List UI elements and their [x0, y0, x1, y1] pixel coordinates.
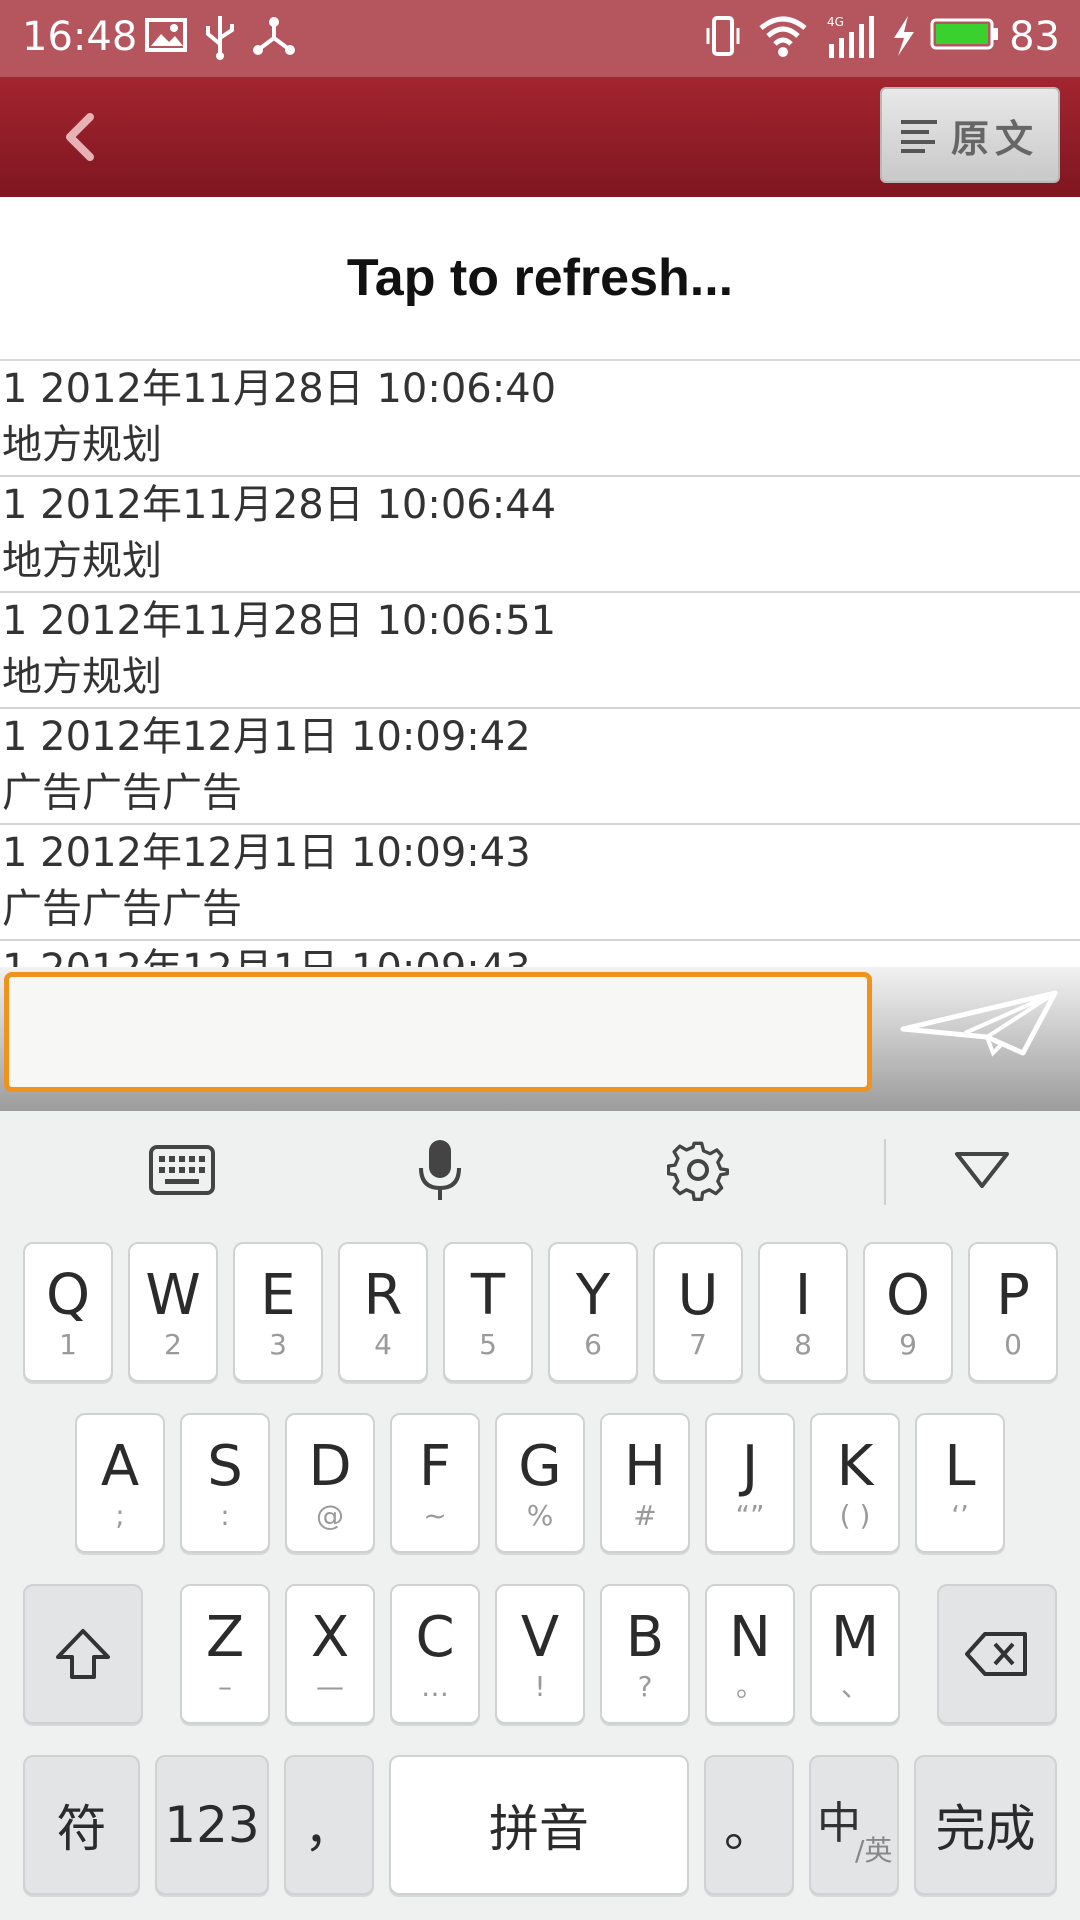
key-p[interactable]: P0 — [968, 1242, 1058, 1382]
svg-text:4G: 4G — [827, 15, 844, 29]
key-i[interactable]: I8 — [758, 1242, 848, 1382]
refresh-prompt[interactable]: Tap to refresh... — [0, 197, 1080, 361]
shift-arrow-icon — [56, 1629, 110, 1679]
key-r[interactable]: R4 — [338, 1242, 428, 1382]
language-switch-key[interactable]: 中 /英 — [809, 1755, 899, 1895]
numbers-key[interactable]: 123 — [155, 1755, 269, 1895]
status-bar: 16:48 4G 83 — [0, 0, 1080, 77]
key-k[interactable]: K( ) — [810, 1413, 900, 1553]
keyboard-switch-button[interactable] — [142, 1139, 222, 1201]
message-meta: 1 2012年11月28日 10:06:51 — [2, 598, 557, 644]
key-c[interactable]: C… — [390, 1584, 480, 1724]
image-notification-icon — [145, 14, 187, 60]
usb-icon — [200, 14, 240, 64]
status-time: 16:48 — [22, 14, 138, 60]
list-item[interactable]: 1 2012年12月1日 10:09:43 广告广告广告 — [0, 825, 1080, 941]
key-d[interactable]: D @ — [285, 1413, 375, 1553]
paper-plane-icon — [900, 990, 1058, 1057]
list-item[interactable]: 1 2012年12月1日 10:09:43 — [0, 941, 1080, 967]
microphone-icon — [419, 1140, 461, 1200]
triangle-down-icon — [955, 1152, 1009, 1188]
voice-input-button[interactable] — [400, 1139, 480, 1201]
list-item[interactable]: 1 2012年12月1日 10:09:42 广告广告广告 — [0, 709, 1080, 825]
message-text: 地方规划 — [2, 422, 162, 468]
send-button[interactable] — [895, 987, 1070, 1077]
share-icon — [252, 14, 296, 62]
shift-key[interactable] — [23, 1584, 143, 1724]
key-b[interactable]: B? — [600, 1584, 690, 1724]
key-x[interactable]: X — — [285, 1584, 375, 1724]
keyboard-settings-button[interactable] — [658, 1139, 738, 1201]
message-meta: 1 2012年11月28日 10:06:44 — [2, 482, 557, 528]
key-q[interactable]: Q1 — [23, 1242, 113, 1382]
key-e[interactable]: E3 — [233, 1242, 323, 1382]
space-key[interactable]: 拼音 — [389, 1755, 689, 1895]
key-g[interactable]: G% — [495, 1413, 585, 1553]
message-meta: 1 2012年11月28日 10:06:40 — [2, 366, 557, 412]
list-item[interactable]: 1 2012年11月28日 10:06:44 地方规划 — [0, 477, 1080, 593]
key-a[interactable]: A; — [75, 1413, 165, 1553]
battery-icon — [930, 14, 1000, 58]
key-s[interactable]: S: — [180, 1413, 270, 1553]
battery-level: 83 — [1009, 14, 1060, 60]
message-meta: 1 2012年12月1日 10:09:43 — [2, 941, 1080, 967]
message-text: 地方规划 — [2, 654, 162, 700]
key-j[interactable]: J “” — [705, 1413, 795, 1553]
chevron-left-icon — [66, 113, 94, 161]
key-h[interactable]: H # — [600, 1413, 690, 1553]
backspace-key[interactable] — [937, 1584, 1057, 1724]
key-f[interactable]: F ~ — [390, 1413, 480, 1553]
key-t[interactable]: T5 — [443, 1242, 533, 1382]
key-u[interactable]: U7 — [653, 1242, 743, 1382]
key-y[interactable]: Y6 — [548, 1242, 638, 1382]
gear-icon — [667, 1141, 729, 1201]
keyboard-toolbar — [0, 1111, 1080, 1226]
message-text: 地方规划 — [2, 538, 162, 584]
toolbar-divider — [884, 1139, 886, 1205]
comma-key[interactable]: ， — [284, 1755, 374, 1895]
key-v[interactable]: V! — [495, 1584, 585, 1724]
menu-lines-icon — [900, 120, 937, 153]
toolbar: 原文 — [0, 77, 1080, 197]
original-text-label: 原文 — [950, 116, 1039, 161]
lang-sub-label: /英 — [855, 1834, 893, 1867]
message-meta: 1 2012年12月1日 10:09:43 — [2, 830, 531, 876]
list-item[interactable]: 1 2012年11月28日 10:06:40 地方规划 — [0, 361, 1080, 477]
message-list[interactable]: 1 2012年11月28日 10:06:40 地方规划 1 2012年11月28… — [0, 361, 1080, 967]
original-text-button[interactable]: 原文 — [880, 87, 1060, 183]
list-item[interactable]: 1 2012年11月28日 10:06:51 地方规划 — [0, 593, 1080, 709]
charging-icon — [890, 14, 918, 62]
key-l[interactable]: L ‘’ — [915, 1413, 1005, 1553]
signal-4g-icon: 4G — [825, 14, 881, 64]
symbols-key[interactable]: 符 — [23, 1755, 140, 1895]
keyboard-icon — [149, 1145, 215, 1195]
key-o[interactable]: O9 — [863, 1242, 953, 1382]
backspace-icon — [965, 1632, 1027, 1676]
message-input[interactable] — [4, 972, 872, 1092]
soft-keyboard: Q1 W2 E3 R4 T5 Y6 U7 I8 O9 P0 A; S: D @ F… — [0, 1111, 1080, 1920]
key-n[interactable]: N。 — [705, 1584, 795, 1724]
hide-keyboard-button[interactable] — [942, 1139, 1022, 1201]
key-m[interactable]: M、 — [810, 1584, 900, 1724]
done-key[interactable]: 完成 — [914, 1755, 1057, 1895]
period-key[interactable]: 。 — [704, 1755, 794, 1895]
vibrate-icon — [703, 14, 743, 62]
wifi-icon — [758, 14, 808, 62]
back-button[interactable] — [50, 107, 110, 167]
message-text: 广告广告广告 — [2, 886, 242, 932]
key-w[interactable]: W2 — [128, 1242, 218, 1382]
compose-bar — [0, 967, 1080, 1111]
message-meta: 1 2012年12月1日 10:09:42 — [2, 714, 531, 760]
key-z[interactable]: Z – — [180, 1584, 270, 1724]
message-text: 广告广告广告 — [2, 770, 242, 816]
